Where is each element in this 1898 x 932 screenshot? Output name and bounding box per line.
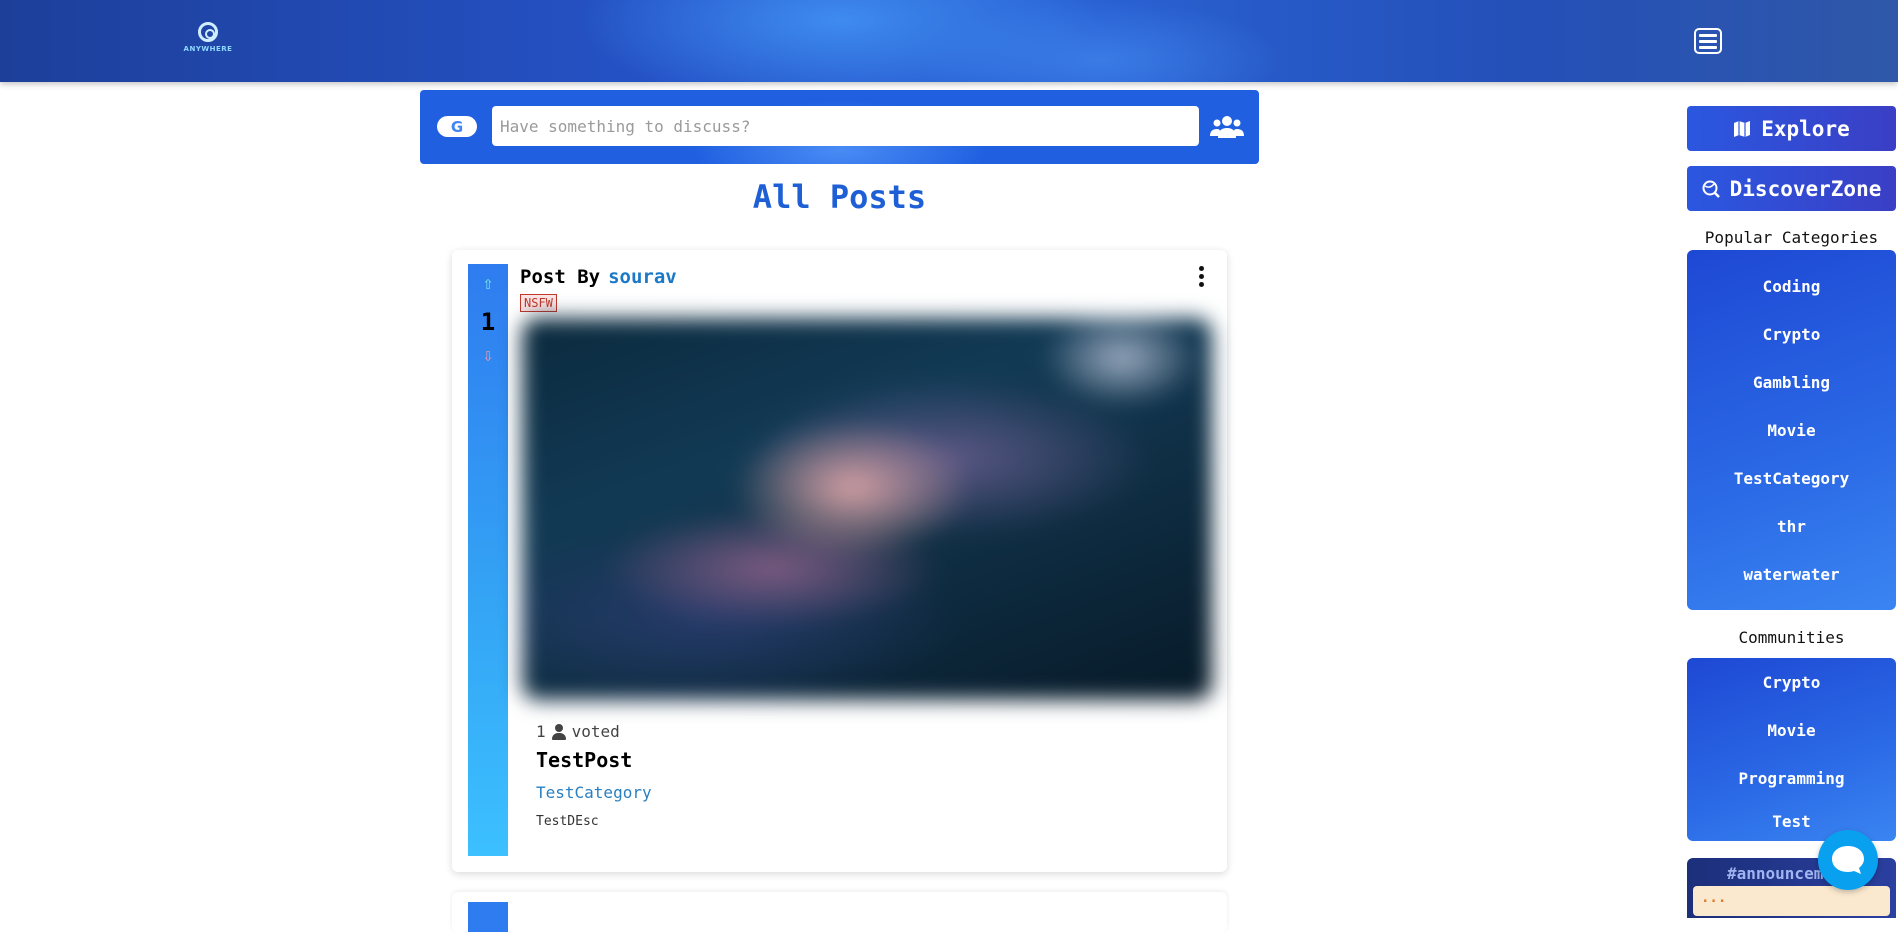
voted-label: voted [571,722,620,741]
globe-search-icon [1702,180,1720,198]
eye-logo-icon [198,22,218,42]
post-by-label: Post By [520,266,601,288]
post-title[interactable]: TestPost [536,748,632,772]
category-item[interactable]: Coding [1687,262,1896,310]
voters-info: 1 voted [536,722,620,741]
category-item[interactable]: Crypto [1687,310,1896,358]
post-card: ⇧ 1 ⇩ Post By sourav NSFW 1 voted TestPos… [452,250,1227,872]
post-author-line: Post By sourav [520,266,677,288]
site-logo[interactable]: ANYWHERE [180,22,236,53]
post-description: TestDEsc [536,814,599,829]
downvote-arrow-icon[interactable]: ⇩ [478,346,498,366]
communities-list: Crypto Movie Programming Test [1687,658,1896,841]
community-item[interactable]: Crypto [1687,658,1896,706]
communities-heading: Communities [1738,628,1845,647]
page-title: All Posts [752,178,927,216]
categories-list: Coding Crypto Gambling Movie TestCategor… [1687,250,1896,610]
upvote-arrow-icon[interactable]: ⇧ [478,274,498,294]
explore-label: Explore [1761,116,1850,141]
announcement-title: #announcem [1727,864,1824,883]
voters-count: 1 [536,722,546,741]
announcement-preview: ... [1693,886,1890,916]
logo-text: ANYWHERE [183,45,233,53]
nsfw-badge: NSFW [520,294,557,312]
users-icon[interactable] [1210,114,1244,140]
category-item[interactable]: Movie [1687,406,1896,454]
community-item[interactable]: Movie [1687,706,1896,754]
vote-count: 1 [480,308,496,336]
next-post-card [452,892,1227,932]
post-image[interactable] [522,318,1212,700]
post-author-link[interactable]: sourav [608,266,677,288]
vote-bar: ⇧ 1 ⇩ [468,264,508,856]
category-item[interactable]: Gambling [1687,358,1896,406]
chat-button[interactable] [1818,830,1878,890]
discussion-search-bar: G [420,90,1259,164]
popular-categories-heading: Popular Categories [1704,228,1879,247]
more-options-icon[interactable] [1197,266,1205,288]
discoverzone-button[interactable]: DiscoverZone [1687,166,1896,211]
top-navbar: ANYWHERE [0,0,1898,82]
category-item[interactable]: TestCategory [1687,454,1896,502]
map-icon [1734,120,1751,137]
discoverzone-label: DiscoverZone [1729,176,1882,201]
panel-menu-icon[interactable] [1694,28,1722,54]
community-item[interactable]: Programming [1687,754,1896,802]
category-item[interactable]: waterwater [1687,550,1896,598]
category-item[interactable]: thr [1687,502,1896,550]
explore-button[interactable]: Explore [1687,106,1896,151]
google-icon[interactable]: G [437,116,477,137]
chat-bubble-icon [1832,846,1864,874]
post-category-link[interactable]: TestCategory [536,783,652,802]
discussion-input[interactable] [492,106,1199,146]
person-icon [551,723,566,740]
